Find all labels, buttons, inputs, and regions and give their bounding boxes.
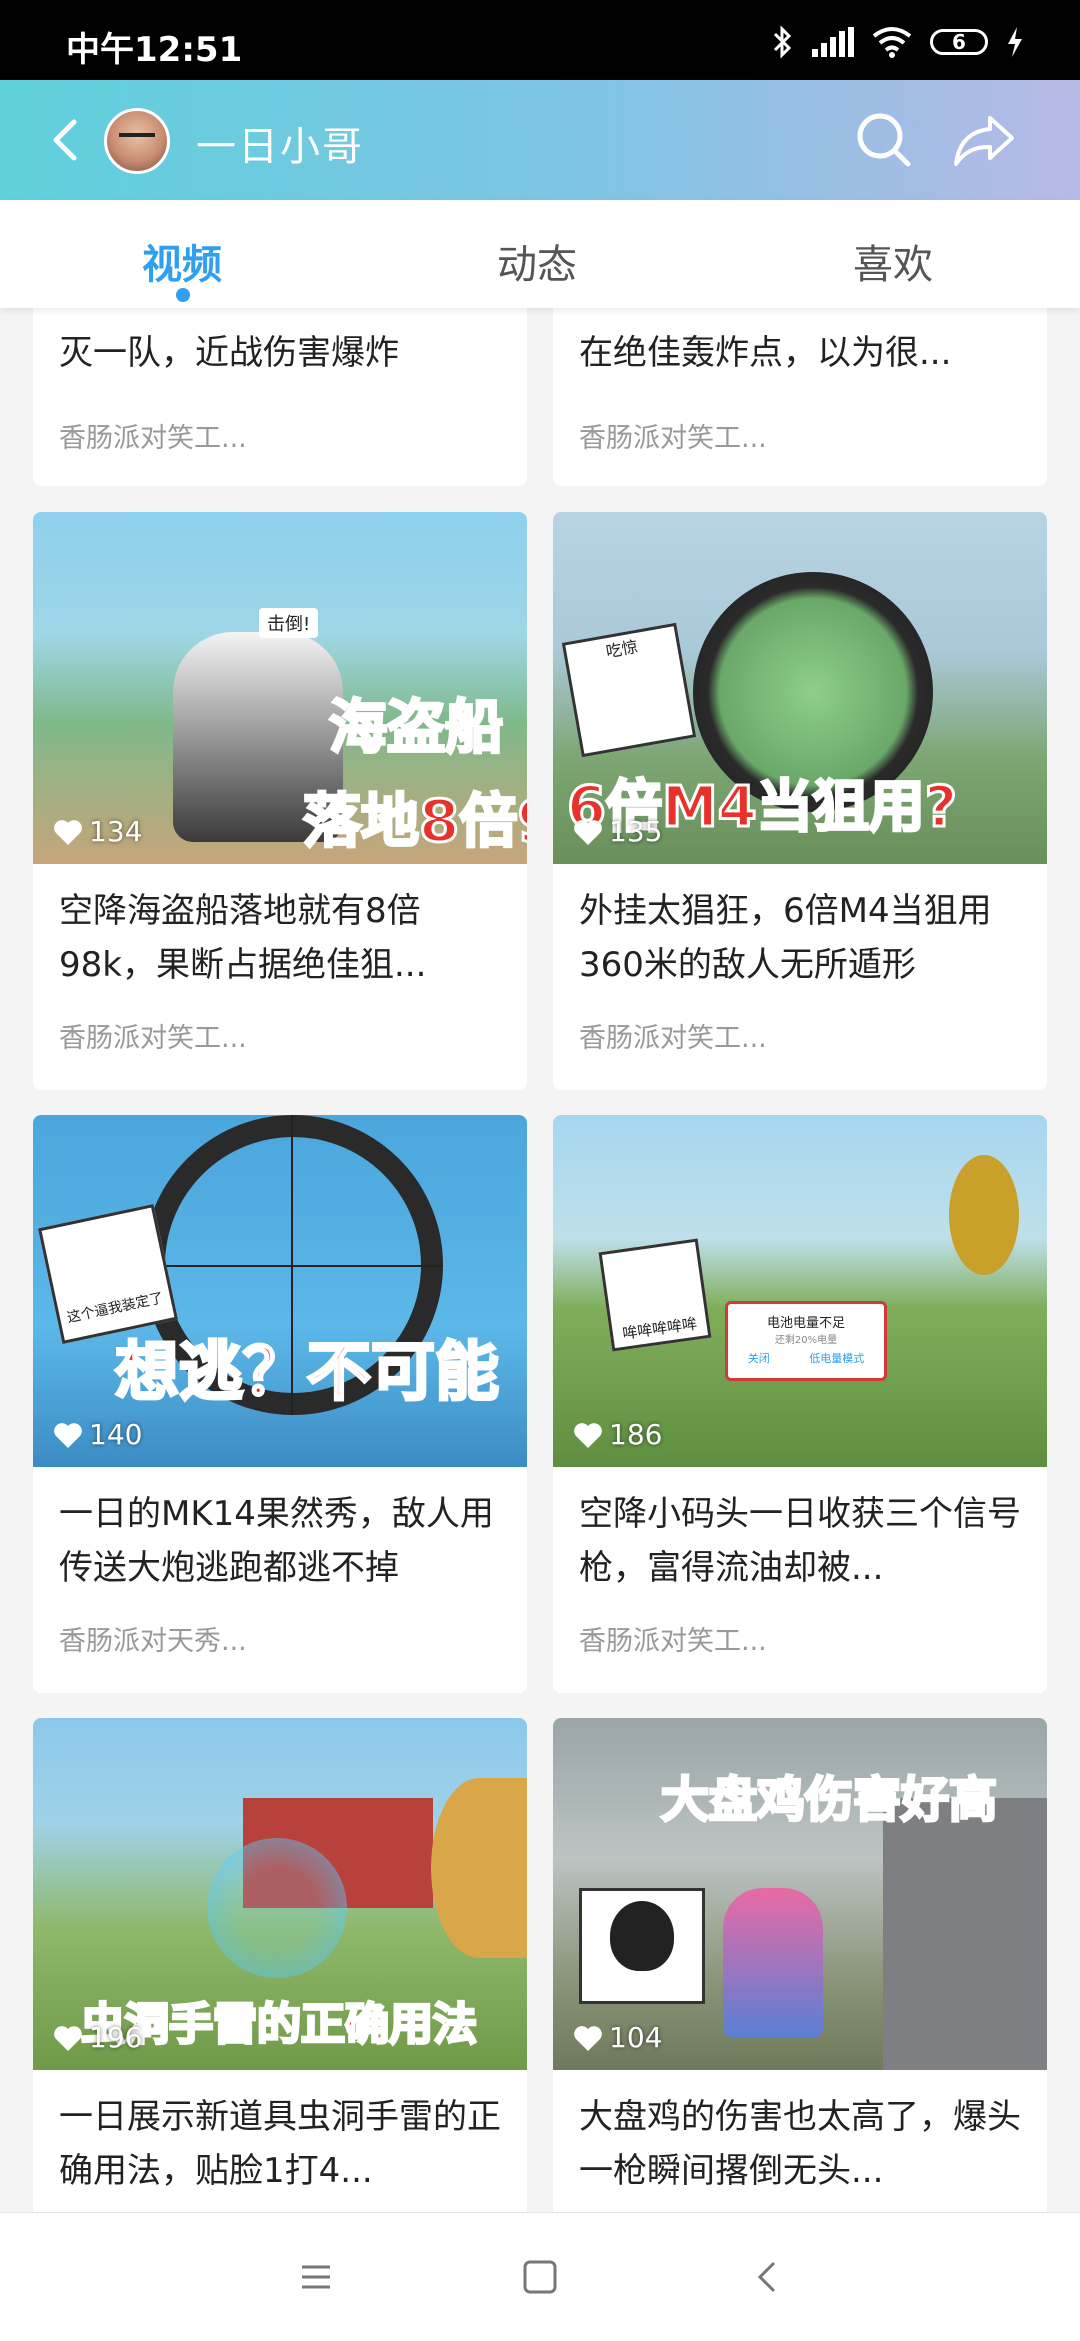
video-card[interactable]: 在绝佳轰炸点，以为很... 香肠派对笑工... — [553, 290, 1047, 486]
video-card[interactable]: 虫洞手雷的正确用法 196 一日展示新道具虫洞手雷的正确用法，贴脸1打4... — [33, 1718, 527, 2238]
thumbnail-caption: 海盗船 — [327, 692, 504, 763]
active-tab-indicator — [176, 288, 190, 302]
dialog-title: 电池电量不足 — [766, 1316, 845, 1331]
video-author: 香肠派对笑工... — [59, 423, 247, 454]
home-icon[interactable] — [510, 2247, 570, 2307]
video-thumbnail[interactable]: 这个逼我装定了 想逃？不可能 140 — [33, 1115, 527, 1467]
channel-name: 一日小哥 — [196, 124, 364, 170]
video-title: 空降小码头一日收获三个信号枪，富得流油却被... — [579, 1494, 1021, 1588]
video-card[interactable]: 击倒! 海盗船 落地8倍98 134 空降海盗船落地就有8倍98k，果断占据绝佳… — [33, 512, 527, 1090]
like-count: 196 — [53, 2021, 142, 2054]
tab-likes[interactable]: 喜欢 — [853, 232, 933, 290]
battery-icon: 6 — [930, 29, 988, 55]
video-thumbnail[interactable]: 吃惊 6倍M4当狙用? 135 — [553, 512, 1047, 864]
video-card[interactable]: 哞哞哞哞哞 电池电量不足 还剩20%电量 关闭 低电量模式 186 空降小码头一… — [553, 1115, 1047, 1693]
system-nav-bar — [0, 2212, 1080, 2341]
bluetooth-icon — [773, 25, 792, 59]
video-title: 空降海盗船落地就有8倍98k，果断占据绝佳狙... — [59, 891, 427, 985]
video-card[interactable]: 这个逼我装定了 想逃？不可能 140 一日的MK14果然秀，敌人用传送大炮逃跑都… — [33, 1115, 527, 1693]
video-thumbnail[interactable]: 大盘鸡伤害好高 104 — [553, 1718, 1047, 2070]
status-time: 中午12:51 — [66, 30, 243, 70]
heart-icon — [54, 1422, 82, 1448]
video-title: 一日展示新道具虫洞手雷的正确用法，贴脸1打4... — [59, 2097, 501, 2191]
search-icon[interactable] — [852, 108, 916, 172]
video-author: 香肠派对笑工... — [579, 1023, 767, 1054]
like-count-value: 134 — [89, 815, 143, 848]
like-count: 104 — [573, 2021, 662, 2054]
meme-face — [610, 1901, 674, 1971]
dialog-save-button: 低电量模式 — [809, 1352, 865, 1365]
heart-icon — [574, 819, 602, 845]
tree — [431, 1778, 527, 1958]
wormhole-shield — [207, 1838, 347, 1978]
like-count-value: 104 — [609, 2021, 663, 2054]
tab-videos[interactable]: 视频 — [142, 232, 222, 290]
video-thumbnail[interactable]: 虫洞手雷的正确用法 196 — [33, 1718, 527, 2070]
crosshair — [143, 1265, 443, 1267]
avatar-glasses — [119, 133, 155, 147]
battery-level: 6 — [952, 30, 966, 54]
video-title: 一日的MK14果然秀，敌人用传送大炮逃跑都逃不掉 — [59, 1494, 494, 1588]
video-author: 香肠派对笑工... — [579, 423, 767, 454]
like-count-value: 135 — [609, 815, 663, 848]
battery-dialog: 电池电量不足 还剩20%电量 关闭 低电量模式 — [725, 1301, 887, 1381]
video-author: 香肠派对天秀... — [59, 1626, 247, 1657]
wall — [883, 1798, 1047, 2070]
video-thumbnail[interactable]: 击倒! 海盗船 落地8倍98 134 — [33, 512, 527, 864]
channel-header: 一日小哥 — [0, 80, 1080, 200]
video-title: 灭一队，近战伤害爆炸 — [59, 333, 399, 373]
like-count: 134 — [53, 815, 142, 848]
heart-icon — [574, 1422, 602, 1448]
video-author: 香肠派对笑工... — [59, 1023, 247, 1054]
video-thumbnail[interactable]: 哞哞哞哞哞 电池电量不足 还剩20%电量 关闭 低电量模式 186 — [553, 1115, 1047, 1467]
signal-icon — [812, 27, 854, 57]
tree — [949, 1155, 1019, 1275]
video-card[interactable]: 灭一队，近战伤害爆炸 香肠派对笑工... — [33, 290, 527, 486]
like-count-value: 140 — [89, 1418, 143, 1451]
meme-sticker — [579, 1888, 705, 2004]
dialog-close-button: 关闭 — [747, 1352, 770, 1365]
avatar[interactable] — [104, 108, 170, 174]
status-bar: 中午12:51 6 — [0, 0, 1080, 80]
tab-activity[interactable]: 动态 — [497, 232, 577, 290]
wifi-icon — [872, 27, 912, 58]
meme-sticker: 吃惊 — [561, 622, 697, 758]
charging-icon — [1008, 27, 1022, 57]
back-nav-icon[interactable] — [738, 2247, 798, 2307]
thumbnail-caption: 大盘鸡伤害好高 — [659, 1771, 998, 1830]
video-author: 香肠派对笑工... — [579, 1626, 767, 1657]
share-icon[interactable] — [950, 108, 1018, 172]
back-icon[interactable] — [38, 110, 98, 170]
thumbnail-caption: 想逃？不可能 — [114, 1335, 501, 1412]
character-figure — [723, 1888, 823, 2038]
meme-sticker: 哞哞哞哞哞 — [598, 1238, 712, 1352]
like-count: 140 — [53, 1418, 142, 1451]
status-icons: 6 — [772, 22, 1024, 62]
like-count-value: 196 — [89, 2021, 143, 2054]
like-count: 186 — [573, 1418, 662, 1451]
like-count-value: 186 — [609, 1418, 663, 1451]
video-card[interactable]: 大盘鸡伤害好高 104 大盘鸡的伤害也太高了，爆头一枪瞬间撂倒无头... — [553, 1718, 1047, 2238]
video-card[interactable]: 吃惊 6倍M4当狙用? 135 外挂太猖狂，6倍M4当狙用360米的敌人无所遁形… — [553, 512, 1047, 1090]
thumbnail-caption: 落地8倍98 — [301, 786, 527, 857]
heart-icon — [574, 2025, 602, 2051]
menu-icon[interactable] — [286, 2247, 346, 2307]
video-title: 大盘鸡的伤害也太高了，爆头一枪瞬间撂倒无头... — [579, 2097, 1021, 2191]
kill-sticker: 击倒! — [259, 608, 319, 638]
video-title: 在绝佳轰炸点，以为很... — [579, 333, 952, 373]
video-title: 外挂太猖狂，6倍M4当狙用360米的敌人无所遁形 — [579, 891, 992, 985]
like-count: 135 — [573, 815, 662, 848]
tab-bar: 视频 动态 喜欢 — [0, 200, 1080, 308]
heart-icon — [54, 2025, 82, 2051]
heart-icon — [54, 819, 82, 845]
dialog-subtitle: 还剩20%电量 — [774, 1335, 838, 1346]
